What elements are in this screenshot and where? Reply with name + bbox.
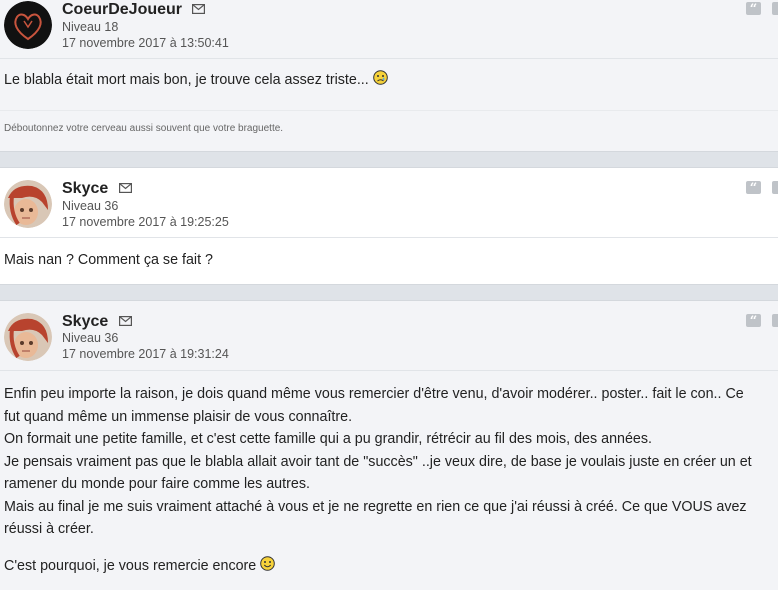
- message-line: Enfin peu importe la raison, je dois qua…: [4, 386, 744, 402]
- avatar[interactable]: [4, 180, 52, 228]
- message-text: Le blabla était mort mais bon, je trouve…: [4, 72, 369, 88]
- message-text: Mais nan ? Comment ça se fait ?: [4, 252, 213, 268]
- separator: [0, 237, 778, 238]
- separator: [0, 370, 778, 371]
- message-post: CoeurDeJoueur Niveau 18 17 novembre 2017…: [0, 0, 778, 152]
- message-line: ramener du monde pour faire comme les au…: [4, 476, 310, 492]
- more-options-icon[interactable]: [772, 2, 778, 15]
- sad-smiley-icon: [372, 70, 388, 85]
- message-line: C'est pourquoi, je vous remercie encore: [4, 555, 778, 578]
- username[interactable]: Skyce: [62, 313, 108, 331]
- message-line: fut quand même un immense plaisir de vou…: [4, 408, 353, 425]
- post-message: Enfin peu importe la raison, je dois qua…: [4, 383, 778, 577]
- separator: [0, 110, 778, 111]
- user-level: Niveau 36: [62, 199, 119, 213]
- message-post: Skyce Niveau 36 17 novembre 2017 à 19:25…: [0, 167, 778, 285]
- user-level: Niveau 18: [62, 20, 119, 34]
- message-line: Je pensais vraiment pas que le blabla al…: [4, 453, 752, 470]
- envelope-icon[interactable]: [192, 4, 205, 14]
- envelope-icon[interactable]: [119, 316, 132, 326]
- separator: [0, 58, 778, 59]
- quote-icon[interactable]: “: [746, 181, 761, 196]
- post-message: Le blabla était mort mais bon, je trouve…: [4, 69, 778, 92]
- username[interactable]: CoeurDeJoueur: [62, 1, 182, 19]
- message-post: Skyce Niveau 36 17 novembre 2017 à 19:31…: [0, 300, 778, 590]
- post-date[interactable]: 17 novembre 2017 à 19:31:24: [62, 347, 229, 361]
- more-options-icon[interactable]: [772, 314, 778, 327]
- happy-smiley-icon: [260, 555, 276, 571]
- avatar[interactable]: [4, 1, 52, 49]
- closing-text: C'est pourquoi, je vous remercie encore: [4, 557, 257, 574]
- user-level: Niveau 36: [62, 331, 119, 345]
- message-line: réussi à créer.: [4, 521, 94, 537]
- message-line: On formait une petite famille, et c'est …: [4, 431, 652, 447]
- post-message: Mais nan ? Comment ça se fait ?: [4, 249, 778, 272]
- post-date[interactable]: 17 novembre 2017 à 13:50:41: [62, 36, 229, 50]
- more-options-icon[interactable]: [772, 181, 778, 194]
- post-date[interactable]: 17 novembre 2017 à 19:25:25: [62, 215, 229, 229]
- username[interactable]: Skyce: [62, 180, 108, 198]
- signature: Déboutonnez votre cerveau aussi souvent …: [4, 123, 284, 134]
- message-line: Mais au final je me suis vraiment attach…: [4, 498, 747, 515]
- avatar[interactable]: [4, 313, 52, 361]
- quote-icon[interactable]: “: [746, 2, 761, 17]
- envelope-icon[interactable]: [119, 183, 132, 193]
- quote-icon[interactable]: “: [746, 314, 761, 329]
